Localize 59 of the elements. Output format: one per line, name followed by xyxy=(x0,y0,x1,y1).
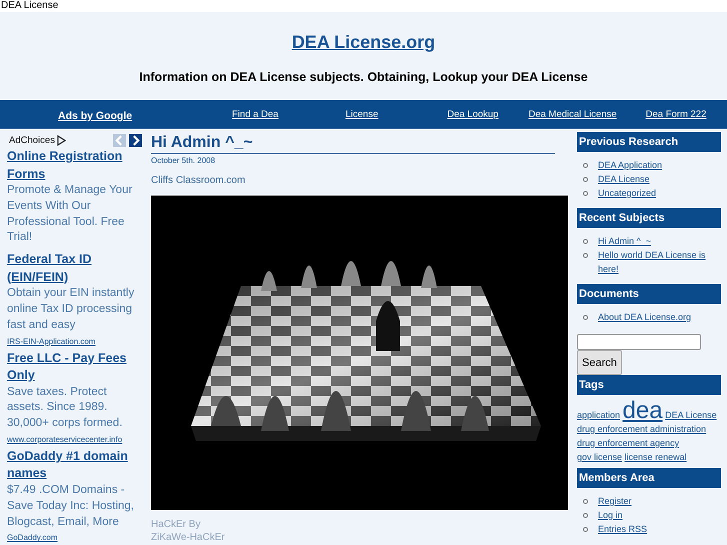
tag-link[interactable]: drug enforcement administration xyxy=(577,424,706,434)
sidebar-link[interactable]: Log in xyxy=(598,508,623,522)
nav-link[interactable]: Dea Medical License xyxy=(528,108,617,120)
tag-link[interactable]: gov license xyxy=(577,452,622,462)
bullet-icon xyxy=(583,163,588,168)
sidebar-link[interactable]: Hi Admin ^_~ xyxy=(598,234,651,248)
bullet-icon xyxy=(583,253,588,258)
search-field[interactable] xyxy=(577,334,701,350)
ad-title-link[interactable]: Free LLC - Pay Fees Only xyxy=(7,350,145,385)
tag-link[interactable]: dea xyxy=(622,397,663,424)
nav-link[interactable]: Find a Dea xyxy=(232,108,278,120)
ad-url-link[interactable]: IRS-EIN-Application.com xyxy=(7,336,96,347)
tag-link[interactable]: application xyxy=(577,410,620,420)
sidebar-link[interactable]: About DEA License.org xyxy=(598,310,692,324)
bullet-icon xyxy=(583,239,588,244)
sidebar-link[interactable]: Hello world DEA License is here! xyxy=(598,248,721,276)
widget-heading: Tags xyxy=(577,375,721,395)
ad-description: Promote & Manage Your Events With Our Professional Tool. Free Trial! xyxy=(7,183,134,246)
sidebar-link[interactable]: Entries RSS xyxy=(598,522,648,536)
bullet-icon xyxy=(583,315,588,320)
nav-link[interactable]: Dea Form 222 xyxy=(646,108,706,120)
site-title-link[interactable]: DEA License.org xyxy=(292,32,436,53)
sidebar-link[interactable]: DEA License xyxy=(598,172,650,186)
ad-url-link[interactable]: www.corporateservicecenter.info xyxy=(7,434,122,445)
tagline: Information on DEA License subjects. Obtaining, Lookup your DEA License xyxy=(139,70,588,84)
widget-heading: Members Area xyxy=(577,468,721,488)
post-date: October 5th. 2008 xyxy=(151,156,216,165)
ads-label-link[interactable]: Ads by Google xyxy=(51,106,196,122)
bullet-icon xyxy=(583,191,588,196)
ad-description: Obtain your EIN instantly online Tax ID processing fast and easy xyxy=(7,286,136,333)
widget-heading: Recent Subjects xyxy=(577,208,721,228)
play-icon[interactable] xyxy=(56,135,66,146)
sidebar-link[interactable]: DEA Application xyxy=(598,158,662,172)
ad-url-link[interactable]: GoDaddy.com xyxy=(7,533,58,544)
ad-title-link[interactable]: Online Registration Forms xyxy=(7,148,145,183)
ad-title-link[interactable]: Federal Tax ID (EIN/FEIN) xyxy=(7,251,145,286)
bullet-icon xyxy=(583,513,588,518)
bullet-icon xyxy=(583,177,588,182)
adchoices-label[interactable]: AdChoices xyxy=(9,135,55,146)
bullet-icon xyxy=(583,499,588,504)
sidebar-link[interactable]: Uncategorized xyxy=(598,186,656,200)
image-caption: HaCkEr By ZiKaWe-HaCkEr xyxy=(151,518,226,544)
search-button[interactable]: Search xyxy=(577,350,622,375)
tag-link[interactable]: license renewal xyxy=(624,452,687,462)
widget-heading: Previous Research xyxy=(577,132,721,152)
ad-description: $7.49 .COM Domains - Save Today Inc: Hosting, Blogcast, Email, More xyxy=(7,482,135,530)
post-source: Cliffs Classroom.com xyxy=(151,175,246,186)
post-title: Hi Admin ^_~ xyxy=(151,133,555,154)
bullet-icon xyxy=(583,527,588,532)
next-button[interactable] xyxy=(129,134,142,147)
sidebar-link[interactable]: Register xyxy=(598,494,632,508)
page-title: DEA License xyxy=(0,0,727,12)
nav-link[interactable]: Dea Lookup xyxy=(447,108,498,120)
nav-link[interactable]: License xyxy=(345,108,378,120)
widget-heading: Documents xyxy=(577,284,721,304)
ad-title-link[interactable]: GoDaddy #1 domain names xyxy=(7,448,145,483)
ad-description: Save taxes. Protect assets. Since 1989. 30,000+ corps formed. xyxy=(7,384,124,432)
tag-link[interactable]: drug enforcement agency xyxy=(577,438,680,448)
tag-link[interactable]: DEA License xyxy=(665,410,717,420)
